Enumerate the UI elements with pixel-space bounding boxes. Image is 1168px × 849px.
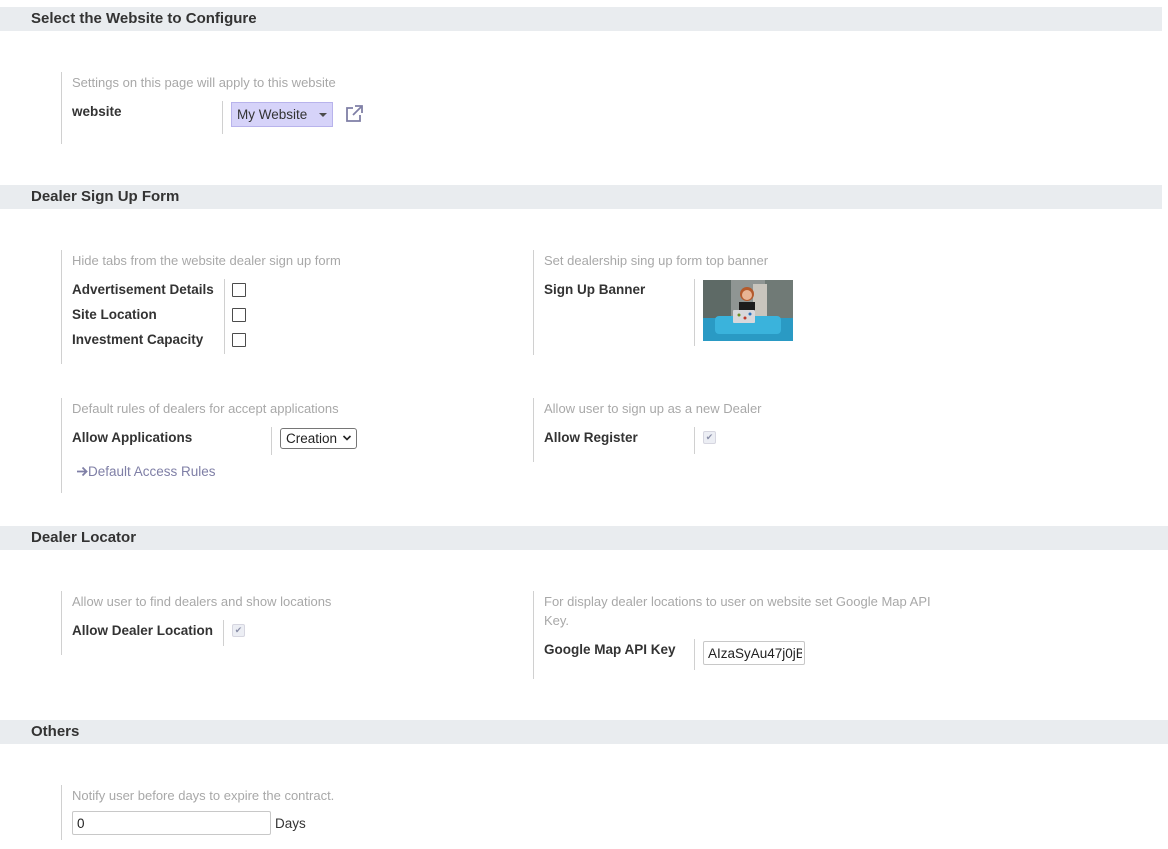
allow-applications-select[interactable]: Creation	[280, 428, 357, 449]
allow-applications-select-value: Creation	[286, 431, 338, 446]
field-divider	[694, 639, 695, 670]
website-select-value: My Website	[237, 107, 308, 122]
field-divider	[224, 279, 225, 354]
default-access-rules-link[interactable]: Default Access Rules	[76, 464, 216, 479]
investment-capacity-label: Investment Capacity	[72, 332, 204, 347]
website-select[interactable]: My Website	[231, 102, 333, 127]
allow-applications-label: Allow Applications	[72, 430, 193, 445]
investment-capacity-checkbox[interactable]	[232, 333, 246, 347]
site-location-checkbox[interactable]	[232, 308, 246, 322]
site-location-label: Site Location	[72, 307, 157, 322]
allow-register-label: Allow Register	[544, 430, 638, 445]
google-map-api-key-label: Google Map API Key	[544, 642, 676, 657]
register-help-text: Allow user to sign up as a new Dealer	[544, 401, 762, 416]
notify-block	[61, 785, 62, 840]
allow-dealer-location-checkbox[interactable]: ✔	[232, 624, 245, 637]
signup-banner-image[interactable]	[703, 280, 793, 341]
allow-register-checkbox[interactable]: ✔	[703, 431, 716, 444]
banner-block	[533, 250, 534, 355]
signup-banner-label: Sign Up Banner	[544, 282, 646, 297]
google-map-help-text: For display dealer locations to user on …	[544, 594, 931, 628]
section-header-signup: Dealer Sign Up Form	[0, 185, 1162, 209]
advertisement-details-checkbox[interactable]	[232, 283, 246, 297]
default-access-rules-label: Default Access Rules	[88, 464, 216, 479]
applications-block	[61, 398, 62, 493]
notify-days-input[interactable]	[72, 811, 271, 835]
section-header-locator: Dealer Locator	[0, 526, 1168, 550]
google-map-block	[533, 591, 534, 679]
notify-help-text: Notify user before days to expire the co…	[72, 788, 335, 803]
hide-tabs-help-text: Hide tabs from the website dealer sign u…	[72, 253, 341, 268]
allow-dealer-location-label: Allow Dealer Location	[72, 623, 214, 638]
google-map-api-key-input[interactable]	[703, 641, 805, 665]
field-divider	[271, 427, 272, 455]
arrow-right-icon	[77, 466, 88, 477]
website-setting-block	[61, 72, 62, 144]
advertisement-details-label: Advertisement Details	[72, 282, 214, 297]
hide-tabs-block	[61, 250, 62, 364]
field-divider	[222, 101, 223, 134]
dealer-location-block	[61, 591, 62, 655]
field-divider	[694, 279, 695, 346]
dealer-location-help-text: Allow user to find dealers and show loca…	[72, 594, 332, 609]
section-header-others: Others	[0, 720, 1168, 744]
field-divider	[223, 620, 224, 646]
field-divider	[694, 427, 695, 454]
banner-help-text: Set dealership sing up form top banner	[544, 253, 769, 268]
section-header-website: Select the Website to Configure	[0, 7, 1162, 31]
days-suffix: Days	[275, 816, 306, 831]
external-link-icon[interactable]	[344, 104, 364, 124]
chevron-down-icon	[342, 435, 352, 441]
register-block	[533, 398, 534, 462]
website-help-text: Settings on this page will apply to this…	[72, 75, 336, 90]
applications-help-text: Default rules of dealers for accept appl…	[72, 401, 339, 416]
caret-down-icon	[319, 113, 327, 117]
website-label: website	[72, 104, 122, 119]
